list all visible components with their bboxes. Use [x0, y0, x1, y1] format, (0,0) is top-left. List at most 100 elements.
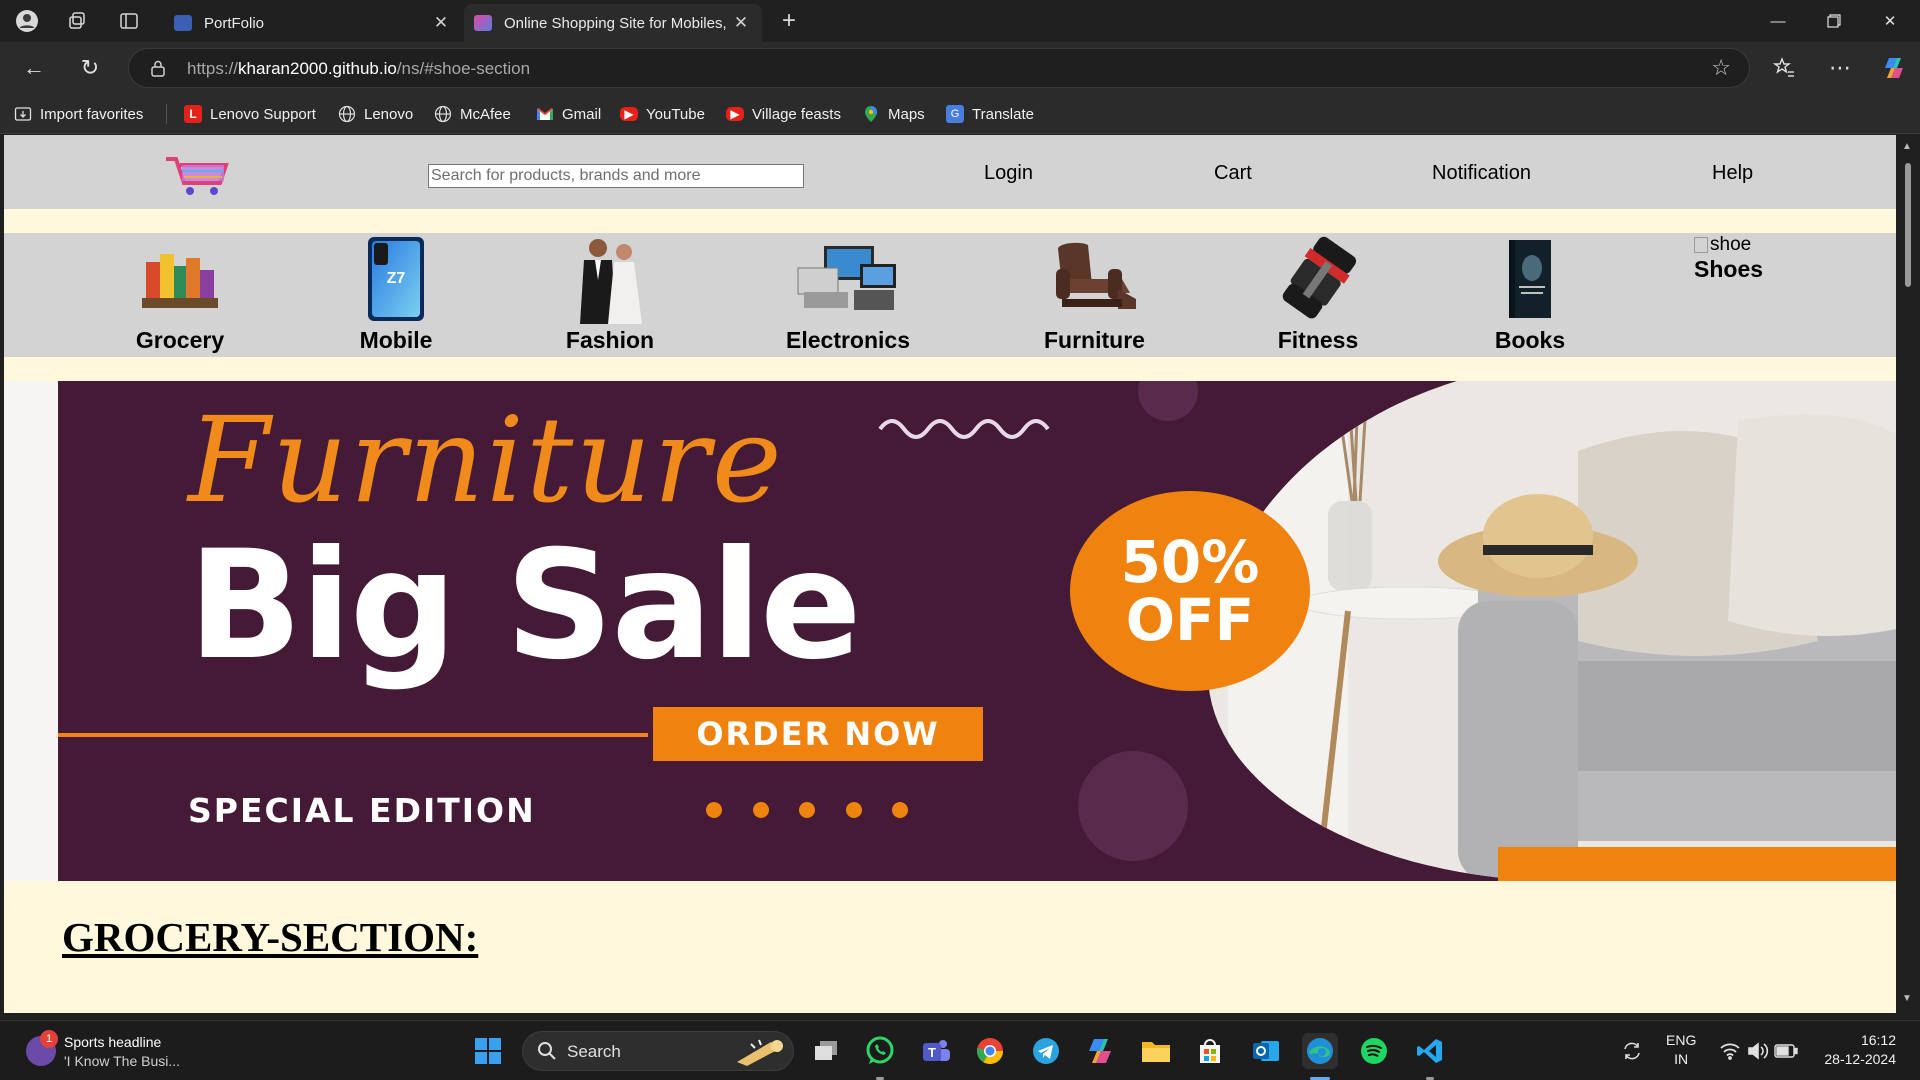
language-indicator[interactable]: ENG IN [1666, 1031, 1696, 1069]
furniture-sale-banner[interactable]: Furniture Big Sale 50% OFF ORDER NOW SPE… [58, 381, 1896, 881]
new-tab-icon[interactable]: + [772, 7, 806, 35]
category-books[interactable]: Books [1484, 233, 1576, 354]
login-link[interactable]: Login [984, 162, 1033, 185]
outlook-icon[interactable] [1248, 1033, 1284, 1069]
category-label: Furniture [1044, 327, 1145, 353]
fav-import-favorites[interactable]: Import favorites [14, 102, 143, 126]
youtube-icon: ▶ [726, 107, 744, 121]
cart-link[interactable]: Cart [1214, 162, 1252, 185]
fav-youtube[interactable]: ▶ YouTube [620, 102, 705, 126]
minimize-icon[interactable]: — [1750, 0, 1806, 42]
clock[interactable]: 16:12 28-12-2024 [1816, 1031, 1896, 1069]
vscode-icon[interactable] [1412, 1033, 1448, 1069]
vertical-tabs-icon[interactable] [112, 7, 146, 35]
fav-lenovo[interactable]: Lenovo [338, 102, 413, 126]
shopping-favicon-icon [474, 15, 492, 31]
svg-text:T: T [928, 1045, 936, 1060]
product-search-input[interactable] [428, 164, 804, 188]
shopping-cart-logo-icon[interactable] [164, 153, 232, 199]
tab-portfolio[interactable]: PortFolio ✕ [164, 4, 462, 42]
fav-label: Lenovo [364, 105, 414, 123]
favorites-bar: Import favorites L Lenovo Support Lenovo… [0, 94, 1920, 134]
search-highlight-icon [737, 1039, 783, 1066]
category-electronics[interactable]: Electronics [786, 233, 910, 354]
spotify-icon[interactable] [1356, 1033, 1392, 1069]
scrollbar-thumb[interactable] [1905, 163, 1911, 287]
copilot-icon[interactable] [1876, 51, 1912, 85]
tab-shopping[interactable]: Online Shopping Site for Mobiles, ✕ [464, 4, 762, 42]
taskbar-search-box[interactable]: Search [522, 1031, 794, 1071]
battery-icon[interactable] [1768, 1033, 1804, 1069]
favorites-icon[interactable] [1766, 51, 1802, 85]
chrome-icon[interactable] [972, 1033, 1008, 1069]
refresh-icon[interactable]: ↻ [72, 51, 108, 85]
category-mobile[interactable]: Z7 Mobile [350, 233, 442, 354]
profile-avatar-icon[interactable] [10, 7, 44, 35]
image-alt-text: shoe [1710, 234, 1752, 255]
fav-label: Maps [888, 105, 925, 123]
notification-link[interactable]: Notification [1432, 162, 1531, 185]
notification-badge: 1 [40, 1030, 58, 1048]
whatsapp-icon[interactable] [862, 1033, 898, 1069]
broken-image-icon [1694, 237, 1708, 253]
fav-label: Import favorites [40, 105, 144, 123]
telegram-icon[interactable] [1028, 1033, 1064, 1069]
portfolio-favicon-icon [174, 15, 192, 31]
banner-tagline: SPECIAL EDITION [188, 791, 536, 830]
start-windows-icon[interactable] [470, 1033, 506, 1069]
category-furniture[interactable]: Furniture [1044, 233, 1145, 354]
region-code: IN [1674, 1051, 1689, 1067]
page-viewport: Login Cart Notification Help Grocery Z7 … [4, 135, 1896, 1013]
carousel-dot[interactable] [892, 802, 908, 818]
task-view-icon[interactable] [808, 1033, 844, 1069]
category-fashion[interactable]: Fashion [564, 233, 656, 354]
window-close-icon[interactable]: ✕ [1862, 0, 1918, 42]
address-bar[interactable]: https://kharan2000.github.io/ns/#shoe-se… [128, 48, 1750, 88]
fav-village-feasts[interactable]: ▶ Village feasts [726, 102, 841, 126]
url-text[interactable]: https://kharan2000.github.io/ns/#shoe-se… [187, 59, 530, 79]
carousel-dot[interactable] [753, 802, 769, 818]
sync-icon[interactable] [1614, 1033, 1650, 1069]
carousel-dot[interactable] [846, 802, 862, 818]
url-host: kharan2000.github.io [238, 59, 397, 78]
fav-lenovo-support[interactable]: L Lenovo Support [184, 102, 316, 126]
fav-label: Gmail [562, 105, 602, 123]
copilot-app-icon[interactable] [1082, 1033, 1118, 1069]
close-icon[interactable]: ✕ [430, 13, 452, 33]
carousel-dot[interactable] [706, 802, 722, 818]
badge-percent: 50% [1120, 528, 1260, 596]
category-shoes[interactable]: shoe Shoes [1694, 234, 1763, 283]
close-icon[interactable]: ✕ [730, 13, 752, 33]
discount-badge: 50% OFF [1070, 491, 1310, 691]
tab-title: PortFolio [204, 14, 265, 32]
news-widget[interactable]: 1 Sports headline 'I Know The Busi... [22, 1030, 212, 1072]
help-link[interactable]: Help [1712, 162, 1753, 185]
teams-icon[interactable]: T [918, 1033, 954, 1069]
carousel-dot[interactable] [799, 802, 815, 818]
scroll-up-icon[interactable]: ▲ [1902, 141, 1912, 152]
fav-translate[interactable]: G Translate [946, 102, 1034, 126]
edge-icon[interactable] [1302, 1033, 1338, 1069]
category-label: Grocery [135, 327, 225, 353]
youtube-icon: ▶ [620, 107, 638, 121]
page-scrollbar[interactable]: ▲ ▼ [1896, 135, 1920, 1013]
windows-taskbar: 1 Sports headline 'I Know The Busi... Se… [0, 1020, 1920, 1080]
decorative-wave-icon [878, 419, 1050, 439]
more-options-icon[interactable]: ⋯ [1822, 51, 1858, 85]
fav-mcafee[interactable]: McAfee [434, 102, 511, 126]
restore-icon[interactable] [1806, 0, 1862, 42]
banner-left-edge [4, 381, 58, 881]
lock-icon[interactable] [149, 59, 167, 77]
category-fitness[interactable]: Fitness [1272, 233, 1364, 354]
favorite-star-icon[interactable]: ☆ [1711, 55, 1731, 81]
fav-maps[interactable]: Maps [862, 102, 925, 126]
file-explorer-icon[interactable] [1138, 1033, 1174, 1069]
microsoft-store-icon[interactable] [1192, 1033, 1228, 1069]
fav-gmail[interactable]: Gmail [536, 102, 601, 126]
order-now-button[interactable]: ORDER NOW [653, 707, 983, 761]
language-code: ENG [1666, 1032, 1697, 1048]
workspaces-icon[interactable] [60, 7, 94, 35]
scroll-down-icon[interactable]: ▼ [1902, 993, 1912, 1004]
back-icon[interactable]: ← [16, 51, 52, 85]
category-grocery[interactable]: Grocery [134, 233, 226, 354]
